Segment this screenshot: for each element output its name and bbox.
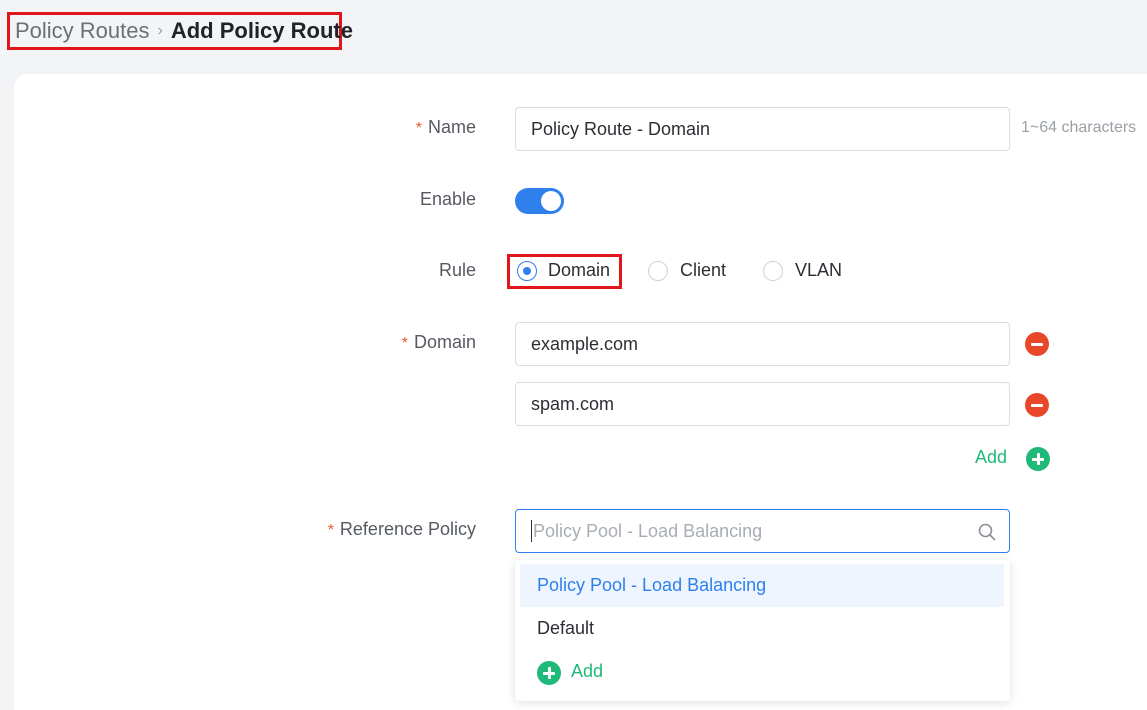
enable-toggle[interactable] [515,188,564,214]
plus-circle-icon[interactable] [537,661,561,685]
rule-client-radio[interactable] [648,261,668,281]
rule-client-label[interactable]: Client [680,260,726,281]
rule-domain-radio[interactable] [517,261,537,281]
search-icon [978,523,996,541]
breadcrumb-parent-link[interactable]: Policy Routes [15,18,150,44]
domain-label: * Domain [401,332,476,352]
name-label: * Name [415,117,476,137]
domain-input-value: spam.com [531,393,615,414]
name-input[interactable]: Policy Route - Domain [515,107,1010,151]
name-input-value: Policy Route - Domain [531,118,711,139]
dropdown-add-link[interactable]: Add [571,661,603,682]
required-mark: * [401,335,408,352]
domain-input-1[interactable]: example.com [515,322,1010,366]
chevron-right-icon: › [157,22,163,39]
dropdown-option-selected[interactable]: Policy Pool - Load Balancing [520,564,1004,607]
required-mark: * [327,522,334,539]
minus-circle-icon[interactable] [1025,332,1049,356]
rule-vlan-label[interactable]: VLAN [795,260,842,281]
domain-input-value: example.com [531,333,639,354]
required-mark: * [415,120,422,137]
plus-circle-icon[interactable] [1026,447,1050,471]
breadcrumb: Policy Routes › Add Policy Route [7,12,353,50]
name-hint: 1~64 characters [1021,119,1137,136]
rule-domain-label[interactable]: Domain [548,260,610,281]
reference-policy-select[interactable]: Policy Pool - Load Balancing [515,509,1010,553]
page-title: Add Policy Route [170,18,353,43]
toggle-knob [541,191,561,211]
enable-label: Enable [419,189,476,209]
reference-policy-label: * Reference Policy [327,519,476,539]
dropdown-option-default[interactable]: Default [520,608,1004,648]
rule-vlan-radio[interactable] [763,261,783,281]
minus-circle-icon[interactable] [1025,393,1049,417]
rule-label: Rule [438,260,476,280]
reference-policy-placeholder: Policy Pool - Load Balancing [533,520,763,541]
reference-policy-dropdown: Policy Pool - Load Balancing Default Add [515,560,1010,701]
text-caret [531,520,532,542]
domain-input-2[interactable]: spam.com [515,382,1010,426]
add-domain-link[interactable]: Add [975,447,1007,468]
